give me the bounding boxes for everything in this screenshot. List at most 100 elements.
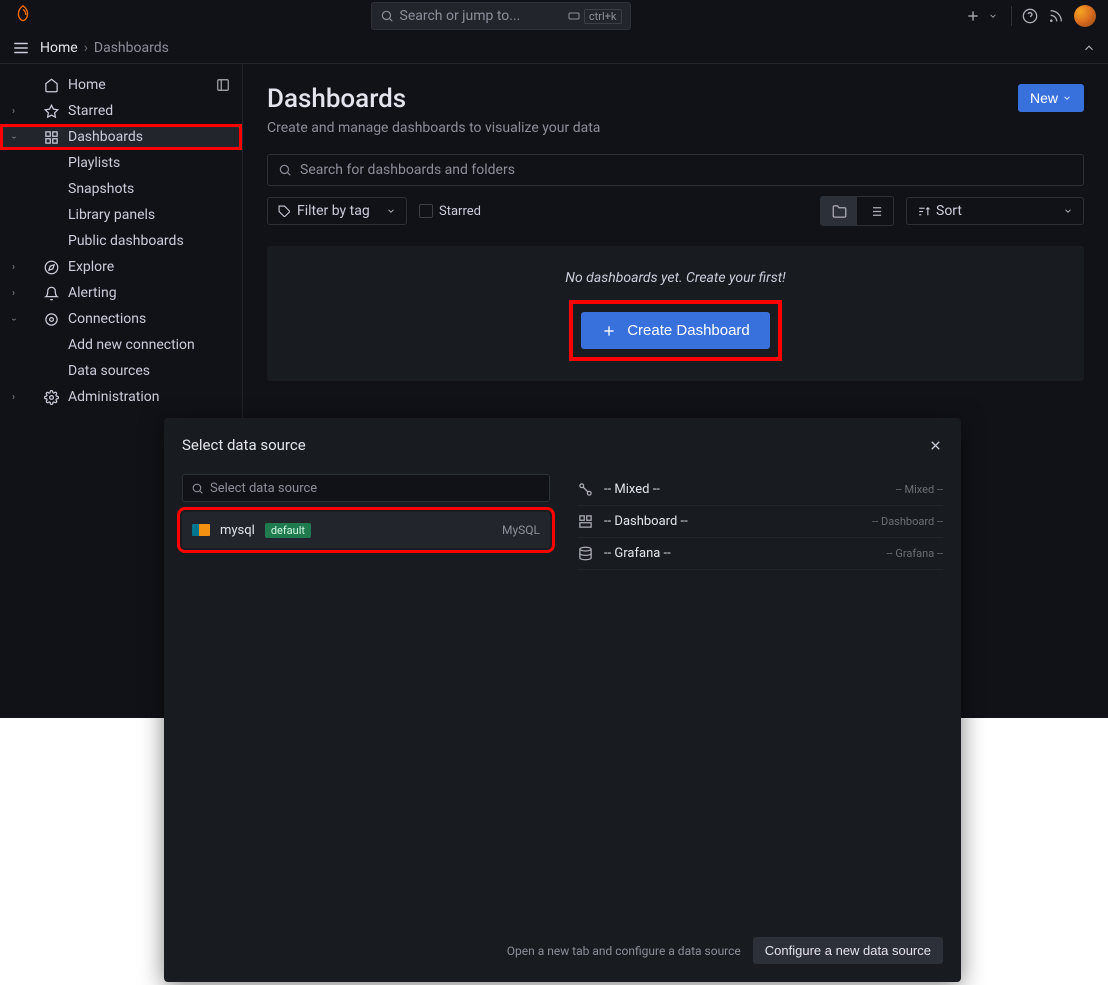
sidebar-item-administration[interactable]: › Administration	[0, 384, 242, 410]
panel-toggle-icon[interactable]	[216, 78, 230, 92]
new-button[interactable]: New	[1018, 84, 1084, 112]
sidebar-item-data-sources[interactable]: Data sources	[0, 358, 242, 384]
chevron-down-icon: ›	[8, 317, 19, 320]
view-toggle	[820, 196, 894, 226]
divider	[1011, 6, 1012, 26]
builtin-right: -- Grafana --	[887, 547, 943, 560]
chevron-right-icon: ›	[12, 288, 15, 299]
search-icon	[191, 482, 204, 495]
close-icon	[928, 438, 943, 453]
sidebar-label: Library panels	[68, 207, 155, 223]
list-view-button[interactable]	[857, 197, 893, 225]
folder-view-button[interactable]	[821, 197, 857, 225]
checkbox-icon	[419, 204, 433, 218]
search-icon	[380, 9, 394, 23]
chevron-right-icon: ›	[12, 262, 15, 273]
sidebar-label: Snapshots	[68, 181, 134, 197]
sidebar-item-snapshots[interactable]: Snapshots	[0, 176, 242, 202]
sidebar-item-home[interactable]: Home	[0, 72, 242, 98]
builtin-label: -- Dashboard --	[604, 514, 688, 529]
sidebar-label: Dashboards	[68, 129, 143, 145]
sidebar-item-add-connection[interactable]: Add new connection	[0, 332, 242, 358]
chevron-down-icon: ›	[8, 135, 19, 138]
sidebar-label: Alerting	[68, 285, 117, 301]
sidebar-item-connections[interactable]: › Connections	[0, 306, 242, 332]
folder-icon	[832, 204, 847, 219]
chevron-right-icon: ›	[12, 392, 15, 403]
breadcrumb-home[interactable]: Home	[40, 40, 78, 56]
sidebar-item-public-dashboards[interactable]: Public dashboards	[0, 228, 242, 254]
builtin-datasource-dashboard[interactable]: -- Dashboard -- -- Dashboard --	[578, 506, 943, 538]
help-icon[interactable]	[1022, 8, 1038, 24]
new-button-label: New	[1030, 90, 1058, 106]
bell-icon	[44, 286, 60, 301]
chevron-down-icon	[1063, 206, 1073, 216]
breadcrumb-current: Dashboards	[94, 40, 169, 56]
sidebar-item-alerting[interactable]: › Alerting	[0, 280, 242, 306]
sidebar-item-explore[interactable]: › Explore	[0, 254, 242, 280]
compass-icon	[44, 260, 60, 275]
breadcrumb: Home › Dashboards	[40, 40, 169, 56]
sort-select[interactable]: Sort	[906, 197, 1084, 225]
dashboard-search-input[interactable]: Search for dashboards and folders	[267, 154, 1084, 186]
add-menu-button[interactable]	[965, 8, 981, 24]
chevron-down-icon[interactable]	[985, 8, 1001, 24]
create-button-label: Create Dashboard	[627, 322, 750, 339]
modal-title: Select data source	[182, 436, 306, 454]
modal-footer-text: Open a new tab and configure a data sour…	[507, 944, 741, 958]
list-icon	[868, 204, 883, 219]
collapse-icon[interactable]	[1082, 41, 1096, 55]
grid-icon	[44, 130, 60, 145]
starred-checkbox[interactable]: Starred	[419, 204, 481, 219]
sidebar-label: Playlists	[68, 155, 120, 171]
sidebar-label: Data sources	[68, 363, 150, 379]
menu-toggle-button[interactable]	[12, 39, 30, 57]
home-icon	[44, 78, 60, 93]
kbd-shortcut: ctrl+k	[584, 9, 622, 24]
star-icon	[44, 104, 60, 119]
database-icon	[578, 546, 594, 561]
select-datasource-modal: Select data source Select data source my…	[164, 418, 961, 982]
global-search-input[interactable]: Search or jump to... ctrl+k	[371, 2, 631, 30]
mysql-logo-icon	[192, 524, 210, 536]
builtin-datasource-grafana[interactable]: -- Grafana -- -- Grafana --	[578, 538, 943, 570]
page-title: Dashboards	[267, 84, 600, 114]
builtin-label: -- Mixed --	[604, 482, 660, 497]
chevron-down-icon	[386, 206, 396, 216]
builtin-datasource-mixed[interactable]: -- Mixed -- -- Mixed --	[578, 474, 943, 506]
close-button[interactable]	[928, 438, 943, 453]
sidebar-label: Connections	[68, 311, 146, 327]
datasource-search-input[interactable]: Select data source	[182, 474, 550, 502]
datasource-item-mysql[interactable]: mysql default MySQL	[182, 512, 550, 548]
configure-datasource-button[interactable]: Configure a new data source	[753, 937, 943, 964]
filter-tag-select[interactable]: Filter by tag	[267, 197, 407, 225]
plus-icon	[601, 323, 617, 339]
sidebar-label: Administration	[68, 389, 159, 405]
sidebar-item-library-panels[interactable]: Library panels	[0, 202, 242, 228]
search-placeholder: Search for dashboards and folders	[300, 162, 515, 178]
plug-icon	[44, 312, 60, 327]
gear-icon	[44, 390, 60, 405]
sidebar-item-starred[interactable]: › Starred	[0, 98, 242, 124]
sidebar-label: Starred	[68, 103, 113, 119]
default-badge: default	[265, 523, 311, 538]
rss-icon[interactable]	[1048, 8, 1064, 24]
tag-icon	[278, 205, 291, 218]
subbar: Home › Dashboards	[0, 32, 1108, 64]
starred-label: Starred	[439, 204, 481, 219]
grafana-logo[interactable]	[12, 4, 36, 28]
sidebar-label: Explore	[68, 259, 114, 275]
user-avatar[interactable]	[1074, 5, 1096, 27]
dashboard-icon	[578, 514, 594, 529]
datasource-name: mysql	[220, 523, 255, 538]
page-subtitle: Create and manage dashboards to visualiz…	[267, 120, 600, 136]
sidebar-item-playlists[interactable]: Playlists	[0, 150, 242, 176]
sidebar-item-dashboards[interactable]: › Dashboards	[0, 124, 242, 150]
builtin-right: -- Mixed --	[896, 483, 943, 496]
builtin-right: -- Dashboard --	[872, 515, 943, 528]
empty-text: No dashboards yet. Create your first!	[291, 270, 1060, 286]
sidebar-label: Home	[68, 77, 106, 93]
builtin-label: -- Grafana --	[604, 546, 671, 561]
create-dashboard-button[interactable]: Create Dashboard	[581, 312, 770, 349]
chevron-down-icon	[1062, 93, 1072, 103]
